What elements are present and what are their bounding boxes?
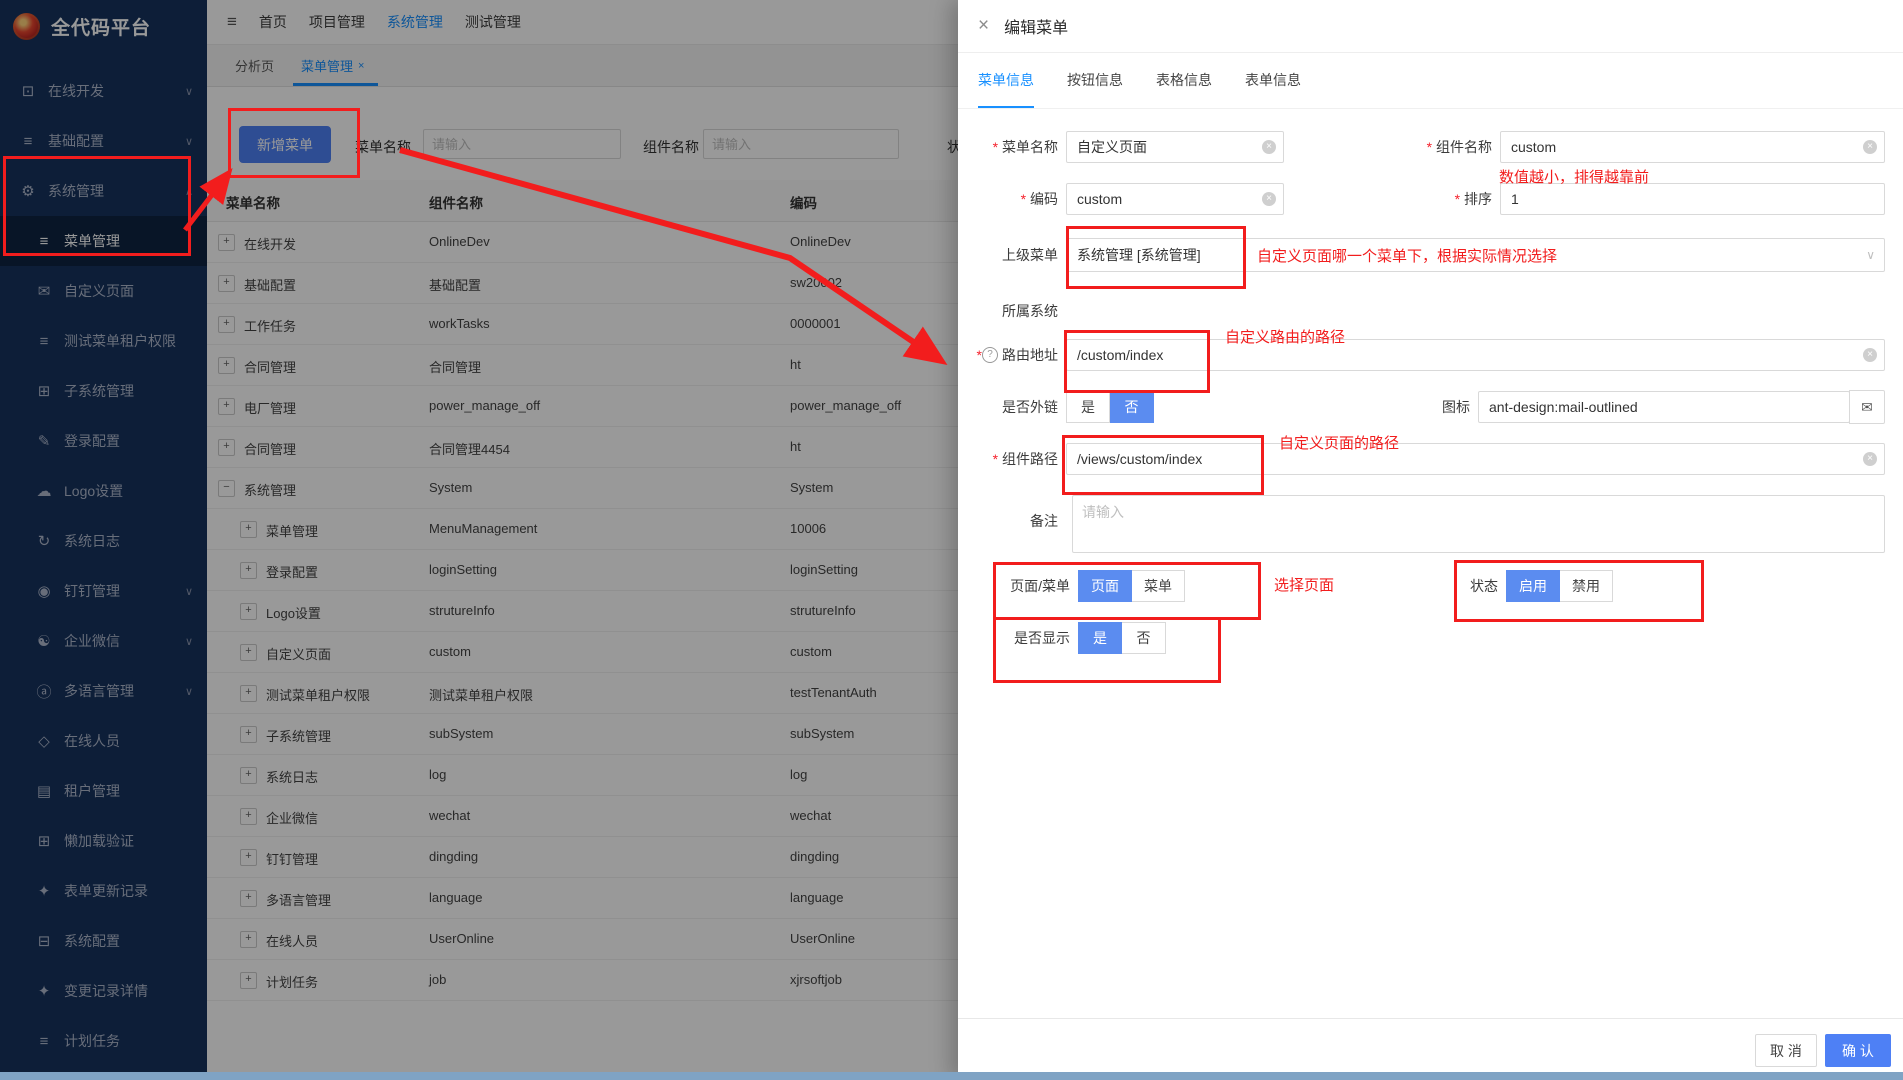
- menu-name-label: 菜单名称: [958, 137, 1066, 157]
- drawer-header: × 编辑菜单: [958, 0, 1903, 53]
- code-label: 编码: [958, 189, 1066, 209]
- comp-path-input[interactable]: [1066, 443, 1885, 475]
- bottom-strip: [0, 1072, 1903, 1080]
- drawer-tabs: 菜单信息按钮信息表格信息表单信息: [958, 52, 1903, 109]
- form-row-system: 所属系统: [958, 295, 1885, 327]
- clear-icon[interactable]: ×: [1262, 192, 1276, 206]
- external-no-option[interactable]: 否: [1110, 391, 1154, 423]
- parent-menu-value: 系统管理 [系统管理]: [1077, 245, 1201, 265]
- page-option[interactable]: 页面: [1078, 570, 1132, 602]
- confirm-button[interactable]: 确 认: [1825, 1034, 1891, 1067]
- drawer-tab[interactable]: 表单信息: [1245, 52, 1301, 108]
- status-toggle: 启用 禁用: [1506, 570, 1613, 602]
- form-row-external: 是否外链 是 否 图标 ✉: [958, 391, 1885, 423]
- page-menu-toggle: 页面 菜单: [1078, 570, 1185, 602]
- disabled-option[interactable]: 禁用: [1560, 570, 1613, 602]
- drawer-footer: 取 消 确 认: [958, 1018, 1903, 1080]
- page-menu-label: 页面/菜单: [958, 576, 1078, 596]
- route-label-wrap: ? 路由地址: [958, 345, 1066, 365]
- menu-name-input[interactable]: [1066, 131, 1284, 163]
- external-link-toggle: 是 否: [1066, 391, 1154, 423]
- parent-menu-select[interactable]: 系统管理 [系统管理] ∨: [1066, 238, 1885, 272]
- parent-menu-label: 上级菜单: [958, 245, 1066, 265]
- comp-path-label: 组件路径: [958, 449, 1066, 469]
- drawer-title: 编辑菜单: [1004, 14, 1068, 38]
- remark-textarea[interactable]: [1072, 495, 1885, 553]
- screen: 全代码平台 ⊡ 在线开发 ∨ ≡ 基础配置 ∨ ⚙ 系统管理 ∧ ≡ 菜单管理: [0, 0, 1903, 1080]
- drawer-tab[interactable]: 按钮信息: [1067, 52, 1123, 108]
- drawer-tab[interactable]: 菜单信息: [978, 52, 1034, 108]
- icon-label: 图标: [1370, 397, 1478, 417]
- help-icon: ?: [982, 347, 998, 363]
- comp-name-label: 组件名称: [1392, 137, 1500, 157]
- form-row-comp-path: 组件路径 ×: [958, 443, 1885, 475]
- form-row-page-menu: 页面/菜单 页面 菜单 状态 启用 禁用: [958, 570, 1885, 602]
- chevron-down-icon: ∨: [1866, 248, 1875, 262]
- code-input[interactable]: [1066, 183, 1284, 215]
- clear-icon[interactable]: ×: [1262, 140, 1276, 154]
- route-label: 路由地址: [1002, 345, 1058, 365]
- clear-icon[interactable]: ×: [1863, 348, 1877, 362]
- clear-icon[interactable]: ×: [1863, 452, 1877, 466]
- comp-name-input[interactable]: [1500, 131, 1885, 163]
- external-link-label: 是否外链: [958, 397, 1066, 417]
- form-row-parent: 上级菜单 系统管理 [系统管理] ∨: [958, 238, 1885, 272]
- visible-label: 是否显示: [958, 628, 1078, 648]
- external-yes-option[interactable]: 是: [1066, 391, 1110, 423]
- sort-input[interactable]: [1500, 183, 1885, 215]
- form-row-name: 菜单名称 × 组件名称 ×: [958, 131, 1885, 163]
- drawer-tab[interactable]: 表格信息: [1156, 52, 1212, 108]
- visible-toggle: 是 否: [1078, 622, 1166, 654]
- edit-menu-drawer: × 编辑菜单 菜单信息按钮信息表格信息表单信息 菜单名称 × 组件名称 × 编码…: [958, 0, 1903, 1080]
- form-row-code: 编码 × 排序: [958, 183, 1885, 215]
- remark-label: 备注: [958, 511, 1066, 531]
- cancel-button[interactable]: 取 消: [1755, 1034, 1817, 1067]
- form-row-route: ? 路由地址 ×: [958, 339, 1885, 371]
- icon-input[interactable]: [1478, 391, 1850, 423]
- sort-label: 排序: [1392, 189, 1500, 209]
- menu-option[interactable]: 菜单: [1132, 570, 1185, 602]
- visible-no-option[interactable]: 否: [1122, 622, 1166, 654]
- mail-icon[interactable]: ✉: [1849, 390, 1885, 424]
- visible-yes-option[interactable]: 是: [1078, 622, 1122, 654]
- close-icon[interactable]: ×: [978, 15, 989, 37]
- clear-icon[interactable]: ×: [1863, 140, 1877, 154]
- system-label: 所属系统: [958, 301, 1066, 321]
- enabled-option[interactable]: 启用: [1506, 570, 1560, 602]
- form-row-visible: 是否显示 是 否: [958, 622, 1885, 654]
- drawer-mask[interactable]: [0, 0, 958, 1080]
- route-input[interactable]: [1066, 339, 1885, 371]
- status-label: 状态: [1422, 576, 1506, 596]
